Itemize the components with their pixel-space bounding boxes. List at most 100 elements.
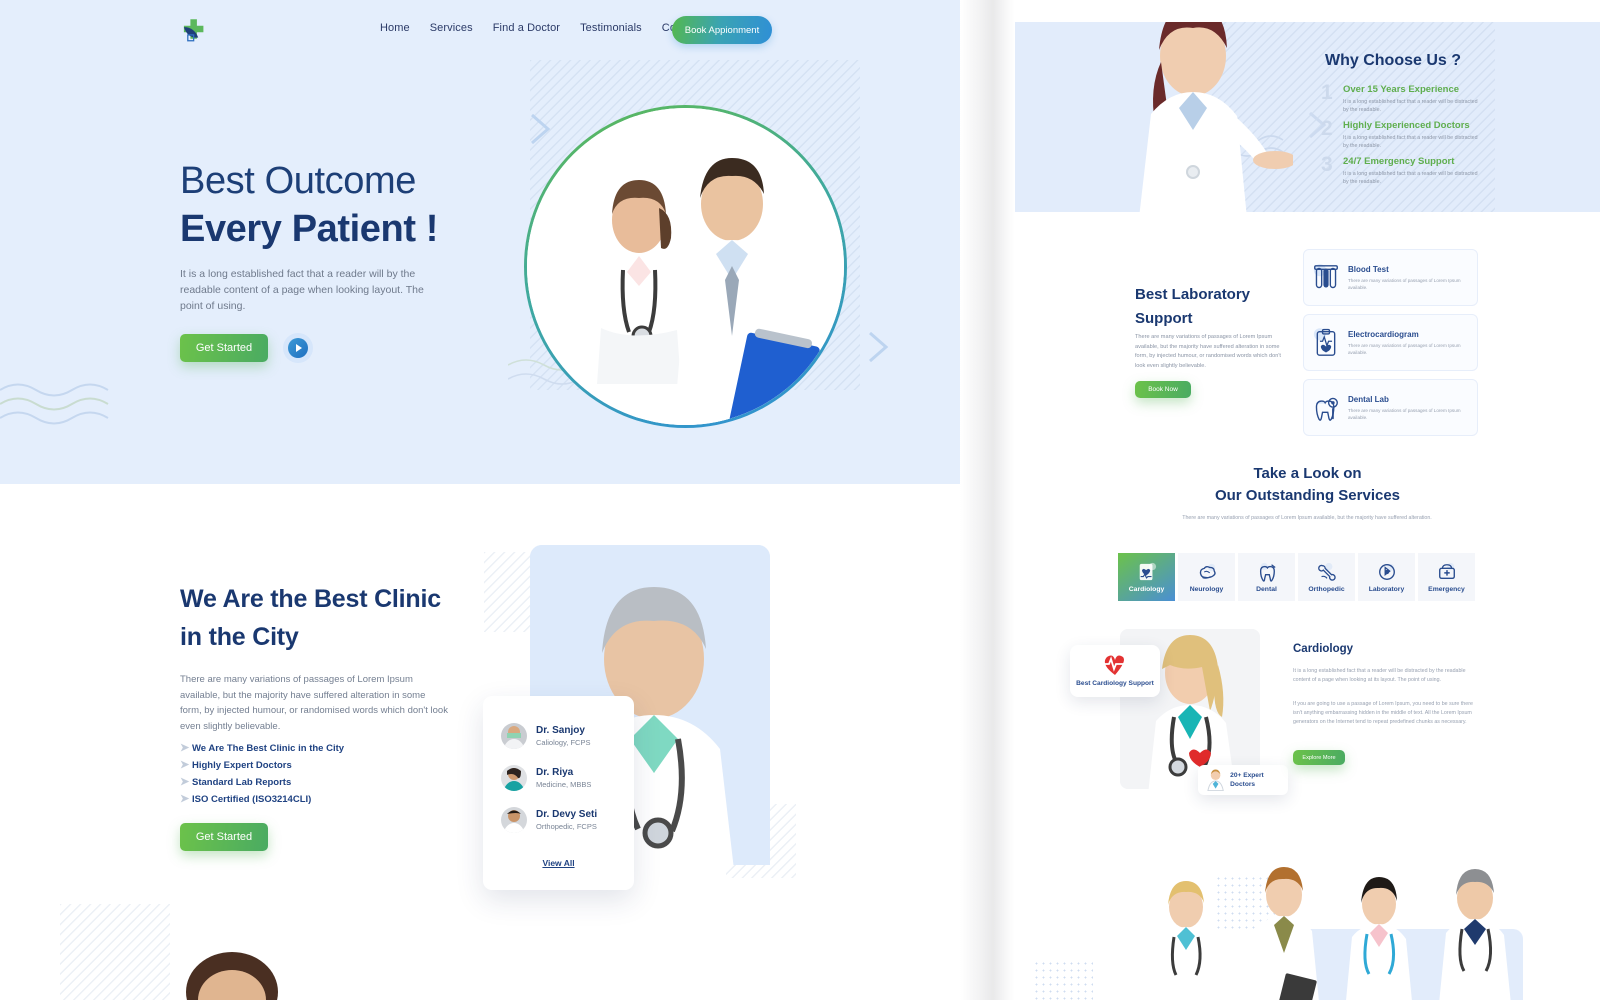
list-item[interactable]: Dr. Devy Seti Orthopedic, FCPS bbox=[483, 799, 634, 841]
team-doctors-illustration bbox=[1154, 867, 1511, 1000]
view-all-link[interactable]: View All bbox=[483, 858, 634, 868]
list-item: ➤ Standard Lab Reports bbox=[180, 774, 344, 791]
clinic-stripes-bottomleft bbox=[60, 904, 170, 1000]
nav-link-home[interactable]: Home bbox=[380, 22, 410, 34]
chevron-right-icon: ➤ bbox=[180, 759, 190, 771]
clinic-bullet-list: ➤ We Are The Best Clinic in the City ➤ Hig… bbox=[180, 740, 344, 808]
why-item-desc: It is a long established fact that a rea… bbox=[1343, 135, 1478, 149]
avatar-doctor-3 bbox=[501, 807, 527, 833]
lab-card-desc: There are many variations of passages of… bbox=[1348, 407, 1461, 420]
avatar bbox=[501, 807, 527, 833]
tab-neurology[interactable]: Neurology bbox=[1178, 553, 1235, 601]
doctor-name: Dr. Devy Seti bbox=[536, 808, 598, 820]
page-sheet-right: Why Choose Us ? 1 Over 15 Years Experien… bbox=[1015, 0, 1600, 1000]
wave-decor-left bbox=[0, 383, 109, 425]
book-appointment-button[interactable]: Book Appionment bbox=[672, 16, 772, 44]
avatar bbox=[501, 723, 527, 749]
tab-laboratory[interactable]: Laboratory bbox=[1358, 553, 1415, 601]
presenting-doctor-illustration bbox=[1139, 22, 1293, 212]
why-item-1: 1 Over 15 Years Experience It is a long … bbox=[1321, 81, 1481, 114]
list-item: ➤ We Are The Best Clinic in the City bbox=[180, 740, 344, 757]
tab-label: Laboratory bbox=[1368, 585, 1405, 593]
services-title-line1: Take a Look on bbox=[1253, 465, 1362, 482]
doctor-list-card: Dr. Sanjoy Caliology, FCPS Dr. Riya Medici… bbox=[483, 696, 634, 890]
tab-label: Cardiology bbox=[1128, 585, 1165, 593]
avatar bbox=[501, 765, 527, 791]
lab-title-line2: Support bbox=[1135, 310, 1193, 327]
main-navigation: Home Services Find a Doctor Testimonials… bbox=[0, 0, 960, 60]
service-panel-paragraph-1: It is a long established fact that a rea… bbox=[1293, 668, 1466, 683]
hero-get-started-button[interactable]: Get Started bbox=[180, 334, 268, 362]
list-item[interactable]: Dr. Riya Medicine, MBBS bbox=[483, 757, 634, 799]
expert-doctors-badge: 20+ Expert Doctors bbox=[1198, 765, 1288, 795]
explore-more-button[interactable]: Explore More bbox=[1293, 750, 1345, 765]
why-number: 3 bbox=[1321, 153, 1333, 176]
badge-label: 20+ Expert Doctors bbox=[1230, 772, 1264, 788]
tab-emergency[interactable]: Emergency bbox=[1418, 553, 1475, 601]
hero-doctors-photo bbox=[524, 105, 847, 428]
nav-link-testimonials[interactable]: Testimonials bbox=[580, 22, 642, 34]
why-number: 1 bbox=[1321, 81, 1333, 104]
service-panel-title: Cardiology bbox=[1293, 643, 1354, 655]
nav-link-find-a-doctor[interactable]: Find a Doctor bbox=[493, 22, 560, 34]
clinic-title-line1: We Are the Best Clinic bbox=[180, 585, 441, 613]
book-now-button[interactable]: Book Now bbox=[1135, 381, 1191, 398]
bullet-label: We Are The Best Clinic in the City bbox=[192, 743, 345, 754]
lab-card-title: Dental Lab bbox=[1348, 394, 1389, 404]
heart-monitor-icon bbox=[1139, 562, 1156, 580]
hero-title-line1: Best Outcome bbox=[180, 160, 416, 202]
chevron-decor-right bbox=[869, 331, 889, 363]
why-item-title: 24/7 Emergency Support bbox=[1343, 156, 1455, 167]
tab-label: Emergency bbox=[1428, 585, 1465, 593]
chevron-decor-left bbox=[531, 113, 551, 145]
medical-cross-leaf-logo[interactable] bbox=[180, 18, 206, 44]
list-item[interactable]: Dr. Sanjoy Caliology, FCPS bbox=[483, 715, 634, 757]
tab-label: Dental bbox=[1256, 585, 1277, 593]
services-tabs: Cardiology Neurology Dental Orthopedic L… bbox=[1118, 553, 1475, 601]
avatar-doctor-1 bbox=[501, 723, 527, 749]
tooth-mirror-icon bbox=[1315, 397, 1338, 421]
play-icon[interactable] bbox=[283, 333, 313, 363]
why-choose-us-section: Why Choose Us ? 1 Over 15 Years Experien… bbox=[1015, 22, 1600, 212]
badge-label: Best Cardiology Support bbox=[1076, 680, 1154, 687]
list-item: ➤ Highly Expert Doctors bbox=[180, 757, 344, 774]
clinic-get-started-button[interactable]: Get Started bbox=[180, 823, 268, 851]
chevron-right-icon: ➤ bbox=[180, 742, 190, 754]
lab-card-blood-test[interactable]: Blood Test There are many variations of … bbox=[1303, 249, 1478, 306]
why-item-desc: It is a long established fact that a rea… bbox=[1343, 171, 1478, 185]
hero-section: Home Services Find a Doctor Testimonials… bbox=[0, 0, 960, 484]
tab-orthopedic[interactable]: Orthopedic bbox=[1298, 553, 1355, 601]
chevron-right-icon: ➤ bbox=[180, 776, 190, 788]
doctor-specialty: Caliology, FCPS bbox=[536, 737, 591, 747]
tooth-icon bbox=[1259, 562, 1276, 582]
bottom-head-decor bbox=[186, 952, 278, 1000]
bone-icon bbox=[1317, 562, 1336, 581]
hero-paragraph: It is a long established fact that a rea… bbox=[180, 268, 424, 312]
lab-card-title: Electrocardiogram bbox=[1348, 329, 1419, 339]
test-tubes-icon bbox=[1313, 263, 1338, 288]
heartbeat-icon bbox=[1104, 655, 1125, 675]
dots-decor-bottom bbox=[1033, 960, 1093, 1000]
tab-cardiology[interactable]: Cardiology bbox=[1118, 553, 1175, 601]
why-item-title: Highly Experienced Doctors bbox=[1343, 120, 1470, 131]
doctor-specialty: Orthopedic, FCPS bbox=[536, 821, 597, 831]
clinic-title-line2: in the City bbox=[180, 623, 299, 651]
nav-links: Home Services Find a Doctor Testimonials… bbox=[380, 22, 717, 34]
services-paragraph: There are many variations of passages of… bbox=[1182, 515, 1432, 521]
lab-card-dental-lab[interactable]: Dental Lab There are many variations of … bbox=[1303, 379, 1478, 436]
services-title-line2: Our Outstanding Services bbox=[1214, 487, 1401, 504]
brain-icon bbox=[1199, 563, 1216, 579]
tab-label: Neurology bbox=[1189, 585, 1224, 593]
page-sheet-left: Home Services Find a Doctor Testimonials… bbox=[0, 0, 960, 1000]
lab-title-line1: Best Laboratory bbox=[1135, 286, 1251, 303]
lab-card-electrocardiogram[interactable]: Electrocardiogram There are many variati… bbox=[1303, 314, 1478, 371]
bullet-label: Standard Lab Reports bbox=[192, 777, 292, 788]
hero-title-line2: Every Patient ! bbox=[180, 208, 438, 250]
tab-dental[interactable]: Dental bbox=[1238, 553, 1295, 601]
ecg-clipboard-icon bbox=[1313, 327, 1336, 356]
doctor-name: Dr. Sanjoy bbox=[536, 724, 585, 736]
doctor-specialty: Medicine, MBBS bbox=[536, 779, 592, 789]
tab-label: Orthopedic bbox=[1308, 585, 1345, 593]
nav-link-services[interactable]: Services bbox=[430, 22, 473, 34]
why-item-title: Over 15 Years Experience bbox=[1343, 84, 1460, 95]
